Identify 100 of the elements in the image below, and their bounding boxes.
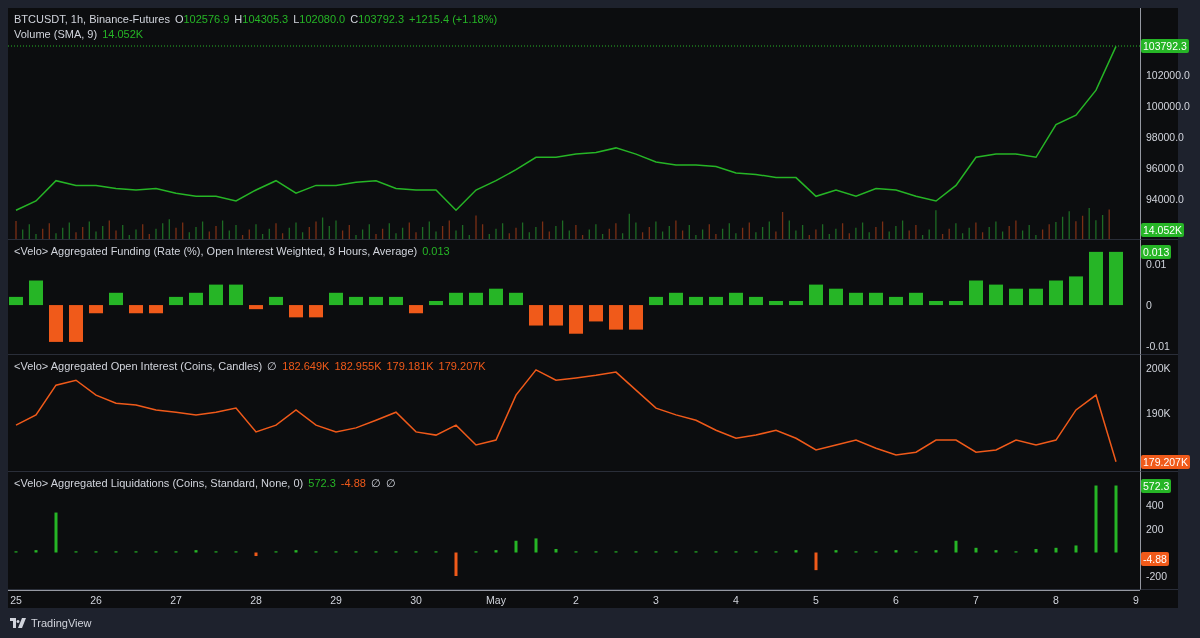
bar (934, 550, 938, 553)
price-change: +1215.4 (+1.18%) (409, 12, 498, 27)
bar (814, 552, 818, 571)
ohlc-value: 103792.3 (358, 12, 405, 27)
bar (729, 292, 743, 306)
time-axis-label: 27 (170, 594, 182, 606)
axis-tick-label: 98000.0 (1146, 130, 1184, 143)
bar (254, 552, 258, 557)
time-axis-label: 6 (893, 594, 899, 606)
indicator-value: 0.013 (422, 244, 450, 259)
bar (129, 305, 143, 314)
last-price-badge: 103792.3 (1141, 39, 1189, 54)
indicator-title: <Velo> Aggregated Funding (Rate (%), Open Interest Weighted, 8 Hours, Average) (14, 244, 418, 259)
axis-tick-label: 94000.0 (1146, 193, 1184, 206)
logo-icon (10, 618, 26, 628)
bar (1094, 485, 1098, 553)
bar (29, 280, 43, 306)
bar (109, 292, 123, 306)
indicator-value: 182.649K (282, 359, 330, 374)
bar (1089, 251, 1103, 306)
bar (994, 550, 998, 553)
bar (609, 305, 623, 330)
liquidation-badge: -4.88 (1141, 551, 1169, 566)
bar (949, 301, 963, 306)
bar (69, 305, 83, 342)
bar (469, 292, 483, 306)
bar (449, 292, 463, 306)
bar (329, 292, 343, 306)
empty-set-symbol: ∅ (385, 476, 396, 491)
bar (89, 305, 103, 314)
axis-tick-label: 400 (1146, 499, 1164, 512)
bar (889, 296, 903, 306)
time-axis-label: 28 (250, 594, 262, 606)
indicator-title: <Velo> Aggregated Open Interest (Coins, Candles) (14, 359, 263, 374)
bar (769, 301, 783, 306)
bar (189, 292, 203, 306)
bar (909, 292, 923, 306)
bar (269, 296, 283, 306)
axis-tick-label: -200 (1146, 570, 1167, 582)
liquidation-badge: 572.3 (1141, 478, 1172, 493)
time-axis-label: 8 (1053, 594, 1059, 606)
axis-tick-label: 190K (1146, 407, 1171, 420)
bar (809, 284, 823, 306)
bar (954, 540, 958, 553)
bar (489, 288, 503, 306)
bar (709, 296, 723, 306)
open-interest-badge: 179.207K (1141, 454, 1190, 469)
bar (389, 296, 403, 306)
time-axis-label: 29 (330, 594, 342, 606)
bar (1029, 288, 1043, 306)
bar (514, 540, 518, 553)
ohlc-label: L (293, 12, 300, 27)
axis-tick-label: -0.01 (1146, 340, 1170, 352)
bar (1009, 288, 1023, 306)
bar (454, 552, 458, 576)
bar (194, 550, 198, 553)
bar (849, 292, 863, 306)
bar (989, 284, 1003, 306)
bar (1074, 545, 1078, 553)
axis-tick-label: 0 (1146, 299, 1152, 312)
bar (349, 296, 363, 306)
bar (309, 305, 323, 318)
bar (249, 305, 263, 310)
axis-tick-label: 0.01 (1146, 258, 1167, 271)
indicator-value: 14.052K (102, 27, 144, 42)
bar (209, 284, 223, 306)
bar (689, 296, 703, 306)
time-axis-label: 25 (10, 594, 22, 606)
bar (1069, 276, 1083, 306)
empty-set-symbol: ∅ (370, 476, 381, 491)
time-axis-label: 7 (973, 594, 979, 606)
time-axis-label: May (486, 594, 506, 606)
bar (294, 550, 298, 553)
bar (789, 301, 803, 306)
ohlc-value: 104305.3 (242, 12, 289, 27)
ohlc-value: 102576.9 (183, 12, 230, 27)
bar (54, 512, 58, 553)
bar (929, 301, 943, 306)
bar (1109, 251, 1123, 306)
bar (794, 550, 798, 553)
ohlc-value: 102080.0 (299, 12, 346, 27)
ohlc-label: C (350, 12, 359, 27)
time-axis-label: 26 (90, 594, 102, 606)
symbol-title: BTCUSDT, 1h, Binance-Futures (14, 12, 170, 27)
time-axis-label: 9 (1133, 594, 1139, 606)
time-axis-label: 5 (813, 594, 819, 606)
indicator-title: Volume (SMA, 9) (14, 27, 98, 42)
time-axis-label: 2 (573, 594, 579, 606)
bar (554, 549, 558, 553)
bar (629, 305, 643, 330)
bar (1034, 549, 1038, 553)
indicator-value: 572.3 (308, 476, 336, 491)
axis-tick-label: 200K (1146, 362, 1171, 375)
axis-tick-label: 96000.0 (1146, 162, 1184, 175)
bar (829, 288, 843, 306)
ohlc-label: O (174, 12, 184, 27)
bar (869, 292, 883, 306)
indicator-value: 182.955K (334, 359, 382, 374)
bar (649, 296, 663, 306)
time-axis-label: 30 (410, 594, 422, 606)
